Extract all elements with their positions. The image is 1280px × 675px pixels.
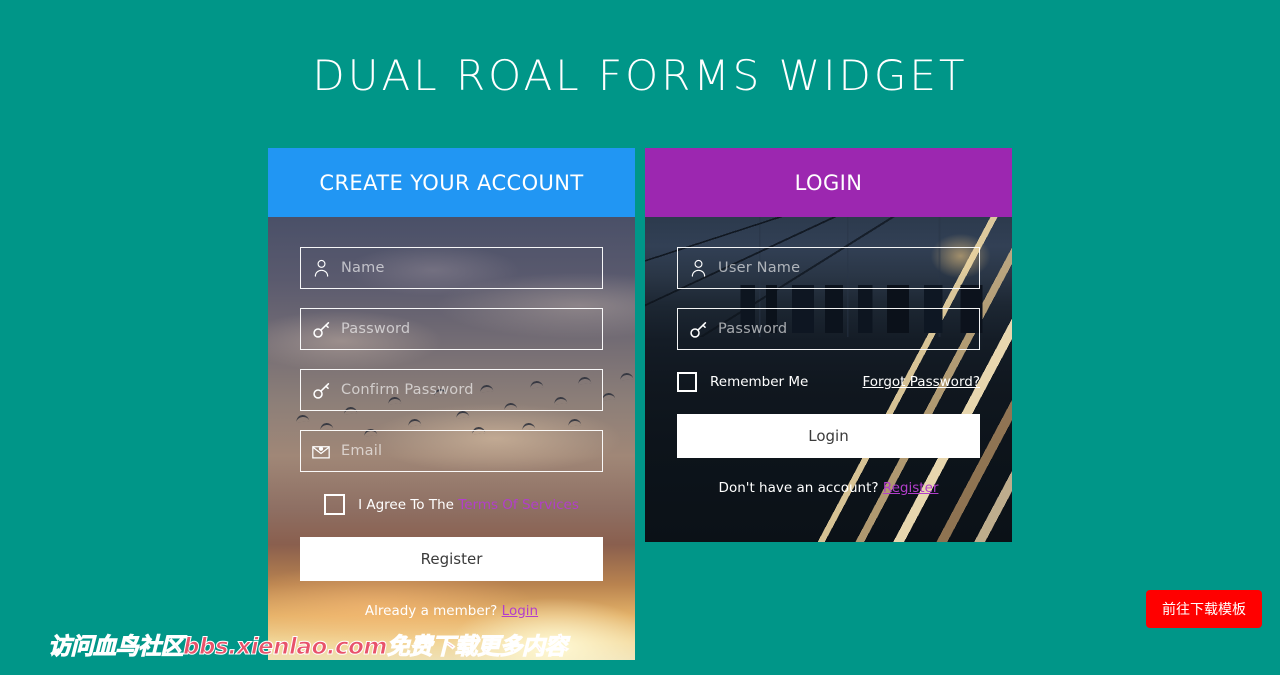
- terms-row: I Agree To The Terms Of Services: [300, 494, 603, 515]
- agree-terms-checkbox[interactable]: [324, 494, 346, 515]
- password-field-placeholder: Password: [341, 321, 411, 337]
- name-field-placeholder: Name: [341, 260, 385, 276]
- user-icon: [301, 259, 341, 277]
- email-field[interactable]: Email: [300, 430, 603, 472]
- register-link[interactable]: Register: [883, 480, 939, 496]
- login-password-field[interactable]: Password: [677, 308, 980, 350]
- key-icon: [678, 320, 718, 339]
- register-panel: CREATE YOUR ACCOUNT Name Password Confir…: [268, 148, 635, 660]
- remember-row: Remember Me Forgot Password?: [677, 372, 980, 392]
- remember-me-label: Remember Me: [710, 374, 809, 390]
- username-field[interactable]: User Name: [677, 247, 980, 289]
- login-form: User Name Password Remember Me Forgot Pa…: [645, 217, 1012, 542]
- terms-prefix-text: I Agree To The: [358, 496, 454, 513]
- login-panel-header: LOGIN: [645, 148, 1012, 217]
- login-password-field-placeholder: Password: [718, 321, 788, 337]
- login-button[interactable]: Login: [677, 414, 980, 458]
- envelope-icon: [301, 444, 341, 459]
- key-icon: [301, 320, 341, 339]
- username-field-placeholder: User Name: [718, 260, 801, 276]
- user-icon: [678, 259, 718, 277]
- remember-me-checkbox[interactable]: [677, 372, 697, 392]
- email-field-placeholder: Email: [341, 443, 383, 459]
- login-footnote-text: Don't have an account?: [718, 480, 879, 496]
- terms-of-services-link[interactable]: Terms Of Services: [458, 497, 579, 513]
- key-icon: [301, 381, 341, 400]
- register-button[interactable]: Register: [300, 537, 603, 581]
- name-field[interactable]: Name: [300, 247, 603, 289]
- confirm-password-field-placeholder: Confirm Password: [341, 382, 474, 398]
- login-panel: LOGIN User Name Password Remember Me For…: [645, 148, 1012, 542]
- confirm-password-field[interactable]: Confirm Password: [300, 369, 603, 411]
- login-footnote: Don't have an account? Register: [677, 480, 980, 496]
- forgot-password-link[interactable]: Forgot Password?: [863, 374, 981, 390]
- page-title: DUAL ROAL FORMS WIDGET: [312, 51, 968, 100]
- register-footnote-text: Already a member?: [364, 603, 498, 619]
- site-watermark: 访问血鸟社区bbs.xienlao.com免费下载更多内容: [48, 634, 568, 661]
- register-form: Name Password Confirm Password Email I A…: [268, 217, 635, 660]
- forms-container: CREATE YOUR ACCOUNT Name Password Confir…: [0, 148, 1280, 660]
- terms-label: I Agree To The Terms Of Services: [358, 497, 579, 513]
- register-footnote: Already a member? Login: [300, 603, 603, 619]
- password-field[interactable]: Password: [300, 308, 603, 350]
- login-link[interactable]: Login: [502, 603, 538, 619]
- register-panel-header: CREATE YOUR ACCOUNT: [268, 148, 635, 217]
- download-template-button[interactable]: 前往下载模板: [1146, 590, 1262, 628]
